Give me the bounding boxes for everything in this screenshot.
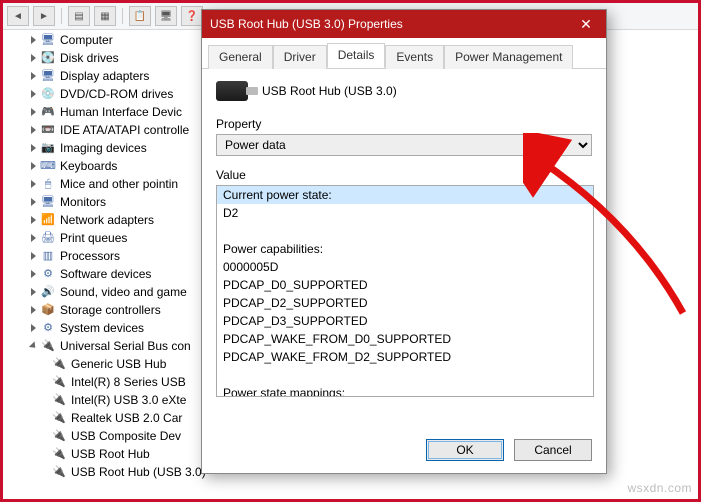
value-row[interactable]: 0000005D <box>217 258 593 276</box>
device-icon: 📦 <box>40 302 56 318</box>
device-icon: 📷 <box>40 140 56 156</box>
value-listbox[interactable]: Current power state:D2 Power capabilitie… <box>216 185 594 397</box>
usb-child-icon: 🔌 <box>51 392 67 408</box>
value-row[interactable]: PDCAP_D2_SUPPORTED <box>217 294 593 312</box>
device-icon: ⚙ <box>40 320 56 336</box>
device-icon: ⌨ <box>40 158 56 174</box>
value-row[interactable]: Current power state: <box>217 186 593 204</box>
titlebar[interactable]: USB Root Hub (USB 3.0) Properties ✕ <box>202 10 606 38</box>
device-icon: 🖥 <box>40 32 56 48</box>
tab-driver[interactable]: Driver <box>273 45 327 69</box>
value-label: Value <box>216 168 592 182</box>
device-icon: 💽 <box>40 50 56 66</box>
close-icon[interactable]: ✕ <box>566 10 606 38</box>
usb-child-icon: 🔌 <box>51 446 67 462</box>
value-row[interactable]: D2 <box>217 204 593 222</box>
device-icon: ▥ <box>40 248 56 264</box>
device-icon: ⚙ <box>40 266 56 282</box>
value-row[interactable]: PDCAP_WAKE_FROM_D0_SUPPORTED <box>217 330 593 348</box>
usb-child-icon: 🔌 <box>51 428 67 444</box>
nav-back-button[interactable]: ◄ <box>7 6 29 26</box>
value-row[interactable]: Power capabilities: <box>217 240 593 258</box>
usb-child-icon: 🔌 <box>51 410 67 426</box>
usb-child-icon: 🔌 <box>51 464 67 480</box>
properties-dialog: USB Root Hub (USB 3.0) Properties ✕ Gene… <box>201 9 607 474</box>
ok-button[interactable]: OK <box>426 439 504 461</box>
device-icon: 🖨 <box>40 230 56 246</box>
cancel-button[interactable]: Cancel <box>514 439 592 461</box>
device-icon: 📶 <box>40 212 56 228</box>
toolbar-icon-5[interactable]: ❓ <box>181 6 203 26</box>
nav-fwd-button[interactable]: ► <box>33 6 55 26</box>
value-row[interactable]: Power state mappings: <box>217 384 593 397</box>
tab-general[interactable]: General <box>208 45 273 69</box>
tab-power-management[interactable]: Power Management <box>444 45 573 69</box>
device-icon: 🎮 <box>40 104 56 120</box>
device-icon: 🖱 <box>40 176 56 192</box>
toolbar-icon-2[interactable]: ▦ <box>94 6 116 26</box>
value-row[interactable] <box>217 222 593 240</box>
value-row[interactable]: PDCAP_D0_SUPPORTED <box>217 276 593 294</box>
dialog-title: USB Root Hub (USB 3.0) Properties <box>210 17 566 31</box>
device-icon: 💿 <box>40 86 56 102</box>
value-row[interactable]: PDCAP_WAKE_FROM_D2_SUPPORTED <box>217 348 593 366</box>
device-icon: 🔊 <box>40 284 56 300</box>
toolbar-icon-4[interactable]: 🖥 <box>155 6 177 26</box>
toolbar-icon-3[interactable]: 📋 <box>129 6 151 26</box>
property-select[interactable]: Power data <box>216 134 592 156</box>
watermark: wsxdn.com <box>627 481 692 495</box>
toolbar-icon-1[interactable]: ▤ <box>68 6 90 26</box>
usb-icon: 🔌 <box>40 338 56 354</box>
device-icon: 📼 <box>40 122 56 138</box>
property-label: Property <box>216 117 592 131</box>
tab-events[interactable]: Events <box>385 45 444 69</box>
tab-strip: GeneralDriverDetailsEventsPower Manageme… <box>202 38 606 69</box>
tab-details[interactable]: Details <box>327 43 386 68</box>
usb-hub-icon <box>216 81 248 101</box>
usb-child-icon: 🔌 <box>51 374 67 390</box>
device-icon: 🖥 <box>40 68 56 84</box>
usb-child-icon: 🔌 <box>51 356 67 372</box>
device-icon: 🖥 <box>40 194 56 210</box>
value-row[interactable] <box>217 366 593 384</box>
device-name: USB Root Hub (USB 3.0) <box>262 84 397 98</box>
value-row[interactable]: PDCAP_D3_SUPPORTED <box>217 312 593 330</box>
